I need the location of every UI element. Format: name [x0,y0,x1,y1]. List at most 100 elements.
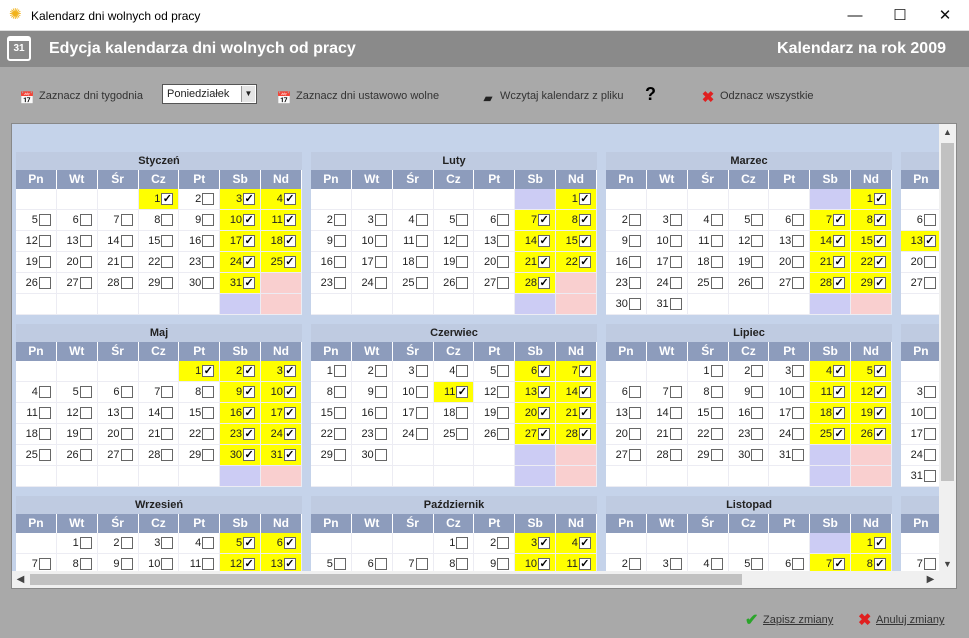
day-off-checkbox[interactable] [710,407,723,419]
day-off-checkbox[interactable]: ✓ [578,193,591,205]
day-off-checkbox[interactable]: ✓ [538,365,551,377]
day-off-checkbox[interactable] [456,277,469,289]
day-off-checkbox[interactable]: ✓ [202,365,215,377]
day-off-checkbox[interactable] [792,365,805,377]
day-off-checkbox[interactable] [456,428,469,440]
day-off-checkbox[interactable]: ✓ [578,558,591,570]
day-off-checkbox[interactable] [374,235,387,247]
day-off-checkbox[interactable] [628,298,641,310]
day-off-checkbox[interactable] [628,277,641,289]
day-off-checkbox[interactable] [374,365,387,377]
day-off-checkbox[interactable] [202,256,215,268]
day-off-checkbox[interactable] [415,365,428,377]
day-off-checkbox[interactable]: ✓ [833,365,846,377]
day-off-checkbox[interactable]: ✓ [873,256,886,268]
maximize-button[interactable]: ☐ [877,0,923,31]
day-off-checkbox[interactable] [202,214,215,226]
day-off-checkbox[interactable]: ✓ [283,235,296,247]
day-off-checkbox[interactable] [628,449,641,461]
day-off-checkbox[interactable] [751,558,764,570]
day-off-checkbox[interactable] [628,386,641,398]
day-off-checkbox[interactable] [669,298,682,310]
day-off-checkbox[interactable] [333,365,346,377]
day-off-checkbox[interactable] [710,428,723,440]
day-off-checkbox[interactable] [161,256,174,268]
vertical-scroll-thumb[interactable] [941,143,954,481]
day-off-checkbox[interactable]: ✓ [283,365,296,377]
day-off-checkbox[interactable] [161,277,174,289]
day-off-checkbox[interactable]: ✓ [833,235,846,247]
day-off-checkbox[interactable] [79,214,92,226]
day-off-checkbox[interactable] [120,386,133,398]
day-off-checkbox[interactable] [38,277,51,289]
day-off-checkbox[interactable] [710,277,723,289]
day-off-checkbox[interactable] [751,277,764,289]
day-off-checkbox[interactable] [202,449,215,461]
day-off-checkbox[interactable] [669,386,682,398]
day-off-checkbox[interactable] [79,558,92,570]
day-off-checkbox[interactable] [38,407,51,419]
day-off-checkbox[interactable] [415,386,428,398]
cancel-button[interactable]: ✖ Anuluj zmiany [858,610,944,630]
day-off-checkbox[interactable] [923,407,936,419]
day-off-checkbox[interactable]: ✓ [538,214,551,226]
vertical-scrollbar[interactable]: ▲ ▼ [939,124,956,573]
day-off-checkbox[interactable] [497,256,510,268]
day-off-checkbox[interactable]: ✓ [283,256,296,268]
day-off-checkbox[interactable] [161,407,174,419]
day-off-checkbox[interactable] [669,558,682,570]
day-off-checkbox[interactable] [628,235,641,247]
day-off-checkbox[interactable] [415,428,428,440]
day-off-checkbox[interactable] [415,235,428,247]
horizontal-scrollbar[interactable]: ◀ ▶ [12,571,956,588]
day-off-checkbox[interactable]: ✓ [578,537,591,549]
day-off-checkbox[interactable] [710,235,723,247]
day-off-checkbox[interactable] [79,449,92,461]
day-off-checkbox[interactable] [333,428,346,440]
day-off-checkbox[interactable] [38,235,51,247]
day-off-checkbox[interactable] [497,407,510,419]
day-off-checkbox[interactable] [751,428,764,440]
day-off-checkbox[interactable]: ✓ [923,235,936,247]
day-off-checkbox[interactable]: ✓ [578,256,591,268]
day-off-checkbox[interactable]: ✓ [243,235,256,247]
day-off-checkbox[interactable] [669,256,682,268]
day-off-checkbox[interactable] [751,449,764,461]
day-off-checkbox[interactable] [202,235,215,247]
day-off-checkbox[interactable] [120,277,133,289]
save-button[interactable]: ✔ Zapisz zmiany [745,610,833,630]
day-off-checkbox[interactable] [628,407,641,419]
day-off-checkbox[interactable]: ✓ [538,235,551,247]
day-off-checkbox[interactable] [333,386,346,398]
day-off-checkbox[interactable]: ✓ [833,277,846,289]
day-off-checkbox[interactable] [79,386,92,398]
day-off-checkbox[interactable] [751,386,764,398]
day-off-checkbox[interactable]: ✓ [243,428,256,440]
horizontal-scroll-thumb[interactable] [30,574,742,585]
day-off-checkbox[interactable]: ✓ [283,407,296,419]
day-off-checkbox[interactable] [669,407,682,419]
day-off-checkbox[interactable]: ✓ [833,214,846,226]
day-off-checkbox[interactable]: ✓ [578,235,591,247]
day-off-checkbox[interactable] [374,256,387,268]
day-off-checkbox[interactable] [628,428,641,440]
day-off-checkbox[interactable] [161,449,174,461]
day-off-checkbox[interactable] [456,537,469,549]
day-off-checkbox[interactable] [415,407,428,419]
day-off-checkbox[interactable] [792,235,805,247]
day-off-checkbox[interactable] [120,214,133,226]
day-off-checkbox[interactable]: ✓ [873,214,886,226]
mark-statutory-button[interactable]: 📅 Zaznacz dni ustawowo wolne [276,87,440,105]
day-off-checkbox[interactable] [202,558,215,570]
day-off-checkbox[interactable] [497,428,510,440]
day-off-checkbox[interactable] [628,558,641,570]
day-off-checkbox[interactable] [415,277,428,289]
day-off-checkbox[interactable]: ✓ [578,428,591,440]
day-off-checkbox[interactable] [120,407,133,419]
day-off-checkbox[interactable] [79,428,92,440]
day-off-checkbox[interactable] [120,428,133,440]
day-off-checkbox[interactable] [497,365,510,377]
day-off-checkbox[interactable] [923,277,936,289]
day-off-checkbox[interactable] [38,449,51,461]
day-off-checkbox[interactable]: ✓ [833,407,846,419]
